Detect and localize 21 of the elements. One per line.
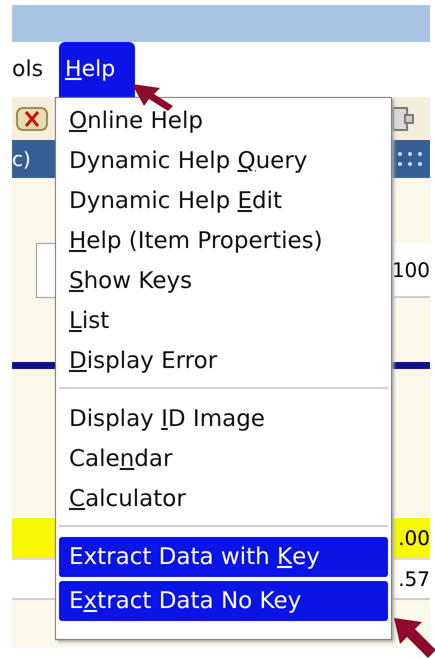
menu-item[interactable]: Help xyxy=(59,42,136,97)
form-title: c) xyxy=(12,147,31,171)
menu-item[interactable]: Display ID Image xyxy=(59,399,388,439)
pointer-arrow xyxy=(130,82,174,112)
menu-item[interactable]: Calendar xyxy=(59,439,388,479)
menu-item[interactable]: Dynamic Help Query xyxy=(59,141,388,181)
menu-item[interactable]: Help (Item Properties) xyxy=(59,221,388,261)
menu-item[interactable]: List xyxy=(59,301,388,341)
menu-item[interactable]: Online Help xyxy=(59,101,388,141)
table-cell-text: .57 xyxy=(397,567,430,591)
menu-item[interactable]: Display Error xyxy=(59,341,388,381)
menu-item[interactable]: Dynamic Help Edit xyxy=(59,181,388,221)
table-cell-text: .00 xyxy=(397,526,430,550)
pointer-arrow xyxy=(392,616,435,659)
menu-item[interactable]: Show Keys xyxy=(59,261,388,301)
menu-item[interactable]: Extract Data No Key xyxy=(59,581,388,621)
menu-item[interactable]: ols xyxy=(12,42,50,97)
menu-item[interactable]: Calculator xyxy=(59,479,388,519)
delete-icon[interactable] xyxy=(15,104,49,132)
input-field[interactable]: 100 xyxy=(392,243,430,298)
menu-item[interactable]: Extract Data with Key xyxy=(59,537,388,577)
